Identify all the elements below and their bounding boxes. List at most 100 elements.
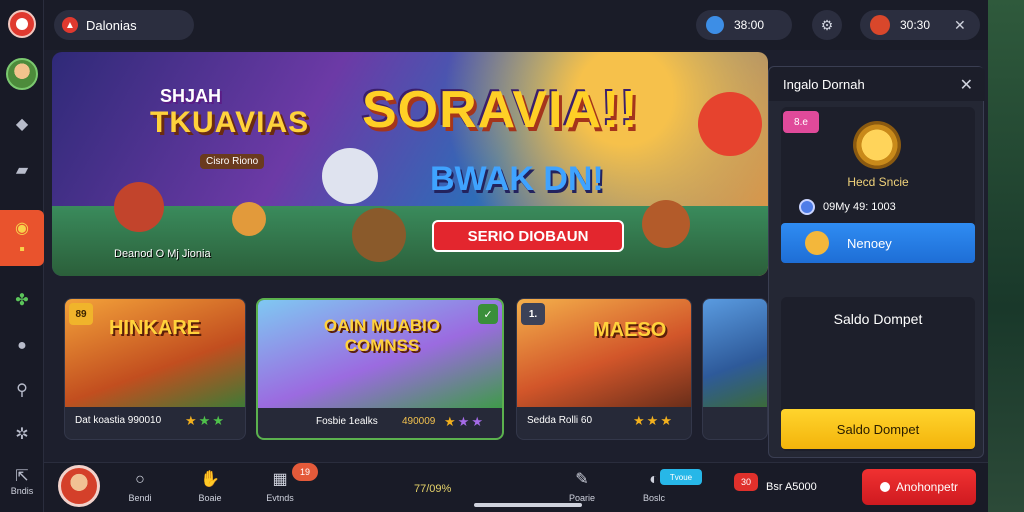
game-card-2[interactable]: ✓ OAIN MUABIO COMNSS Fosbie 1ealks 49000… — [256, 298, 504, 440]
brand-pill[interactable]: ▲ Dalonias — [54, 10, 194, 40]
logo-tag: Cisro Riono — [200, 154, 265, 169]
panel-header: Ingalo Dornah — [769, 67, 985, 101]
card-rating: ★★★ — [633, 413, 674, 428]
game-card-3[interactable]: 1. MAESO Sedda Rolli 60 ★★★ — [516, 298, 692, 440]
background-scenery — [988, 0, 1024, 512]
character-pirate — [352, 208, 406, 262]
action-button[interactable]: Anohonpetr — [862, 469, 976, 505]
close-icon[interactable]: ✕ — [960, 75, 973, 95]
gear-icon[interactable]: ✲ — [12, 424, 32, 444]
notification-button[interactable]: ⚙ — [812, 10, 842, 40]
action-button-label: Anohonpetr — [895, 480, 959, 494]
card-rating: ★★★ — [185, 413, 226, 428]
rail-bottom-label: Bndis — [10, 486, 34, 496]
nav-label: Boslc — [642, 493, 665, 503]
character-fox — [114, 182, 164, 232]
reward-button[interactable]: Nenoey — [781, 223, 975, 263]
character-cat — [232, 202, 266, 236]
coin-balance[interactable]: 38:00 — [696, 10, 792, 40]
nav-label: Boaie — [198, 493, 222, 503]
clover-icon[interactable]: ✤ — [12, 290, 32, 310]
side-panel: Ingalo Dornah ✕ 8.e Hecd Sncie 09My 49: … — [768, 66, 985, 458]
nav-item-boaie[interactable]: ✋ Boaie — [180, 471, 240, 503]
new-chip: Tvoue — [660, 469, 702, 485]
reward-name: Hecd Sncie — [847, 175, 909, 189]
ticket-icon: ▪ — [19, 241, 25, 258]
record-icon — [879, 482, 890, 492]
coin-value: 38:00 — [734, 18, 765, 32]
character-wizard — [322, 148, 378, 204]
card-extra: 490009 — [402, 416, 436, 427]
nav-item-poarie[interactable]: ✎ Poarie — [552, 471, 612, 503]
panel-title: Ingalo Dornah — [783, 76, 865, 92]
card-info: Dat koastia 990010 — [75, 415, 162, 426]
avatar[interactable] — [58, 465, 100, 507]
bolt-icon[interactable]: ◆ — [12, 114, 32, 134]
nav-label: Poarie — [568, 493, 595, 503]
calendar-icon: ▦ — [272, 471, 288, 488]
record-icon[interactable]: ● — [12, 336, 32, 356]
close-icon[interactable]: ✕ — [954, 17, 966, 34]
card-title: HINKARE — [109, 317, 201, 339]
progress-stat: 77/09% — [414, 483, 452, 495]
nav-badge: 19 — [292, 463, 318, 481]
hero-cta-button[interactable]: SERIO DIOBAUN — [432, 220, 624, 252]
hero-caption: Deanod O Mj Jionia — [114, 248, 211, 260]
brand-logo-icon: ▲ — [62, 17, 78, 33]
user-avatar — [870, 15, 890, 35]
red-coin-badge: 30 — [734, 473, 758, 491]
game-card-4[interactable] — [702, 298, 768, 440]
home-indicator[interactable] — [474, 503, 582, 507]
card-title: OAIN MUABIO COMNSS — [323, 316, 441, 355]
hero-subline: BWAK DN! — [430, 160, 604, 198]
medal-icon — [853, 121, 901, 169]
card-badge: 89 — [69, 303, 93, 325]
reward-info: 09My 49: 1003 — [799, 199, 896, 215]
card-title: MAESO — [593, 319, 667, 341]
logo-line2: TKUAVIAS — [150, 106, 310, 139]
left-rail: ◆ ▰ ◉ ▪ ✤ ● ⚲ ✲ ⇱ Bndis — [0, 0, 44, 512]
nav-item-bendi[interactable]: ○ Bendi — [110, 471, 170, 503]
character-dwarf — [642, 200, 690, 248]
card-rating: ★★★ — [444, 414, 485, 429]
card-info: Sedda Rolli 60 — [527, 415, 593, 426]
app-window: ◆ ▰ ◉ ▪ ✤ ● ⚲ ✲ ⇱ Bndis ▲ Dalonias 38:00… — [0, 0, 988, 512]
card-info: Fosbie 1ealks — [316, 416, 378, 427]
coin-icon — [706, 16, 724, 34]
avatar[interactable] — [6, 58, 38, 90]
search-icon[interactable]: ⚲ — [12, 380, 32, 400]
wallet-button[interactable]: Saldo Dompet — [781, 409, 975, 449]
user-pill[interactable]: 30:30 ✕ — [860, 10, 980, 40]
card-image — [703, 299, 767, 407]
app-logo[interactable] — [8, 10, 36, 38]
user-value: 30:30 — [900, 18, 931, 32]
game-card-1[interactable]: 89 HINKARE Dat koastia 990010 ★★★ — [64, 298, 246, 440]
wallet-box: Saldo Dompet Saldo Dompet — [781, 297, 975, 451]
tag-icon[interactable]: ▰ — [12, 160, 32, 180]
reward-button-label: Nenoey — [847, 235, 892, 251]
coin-text: Bsr A5000 — [766, 481, 817, 493]
top-bar: ▲ Dalonias 38:00 ⚙ 30:30 ✕ — [44, 0, 988, 50]
wallet-title: Saldo Dompet — [833, 311, 923, 327]
hero-headline: SORAVIA!! — [362, 81, 639, 139]
character-girl — [698, 92, 762, 156]
share-icon[interactable]: ⇱ — [12, 466, 32, 486]
sidebar-item-active[interactable]: ◉ ▪ — [0, 210, 44, 266]
nav-label: Bendi — [128, 493, 152, 503]
circle-icon: ○ — [135, 471, 145, 488]
logo-line1: SHJAH — [160, 86, 222, 106]
bottom-nav: ○ Bendi ✋ Boaie ▦ Evtnds 19 77/09% ✎ Poa… — [44, 462, 988, 512]
gem-icon — [799, 199, 815, 215]
card-badge: 1. — [521, 303, 545, 325]
check-icon: ✓ — [478, 304, 498, 324]
hand-icon: ✋ — [200, 471, 220, 488]
reward-box: 8.e Hecd Sncie 09My 49: 1003 Nenoey — [781, 107, 975, 263]
pin-icon: ✎ — [575, 471, 589, 488]
hero-banner[interactable]: SHJAH TKUAVIAS Cisro Riono SORAVIA!! BWA… — [52, 52, 768, 276]
game-logo: SHJAH TKUAVIAS Cisro Riono — [100, 72, 320, 169]
reward-tag: 8.e — [783, 111, 819, 133]
game-icon: ◉ — [15, 220, 29, 237]
chest-icon — [805, 231, 829, 255]
nav-label: Evtnds — [266, 493, 294, 503]
brand-name: Dalonias — [86, 17, 137, 33]
